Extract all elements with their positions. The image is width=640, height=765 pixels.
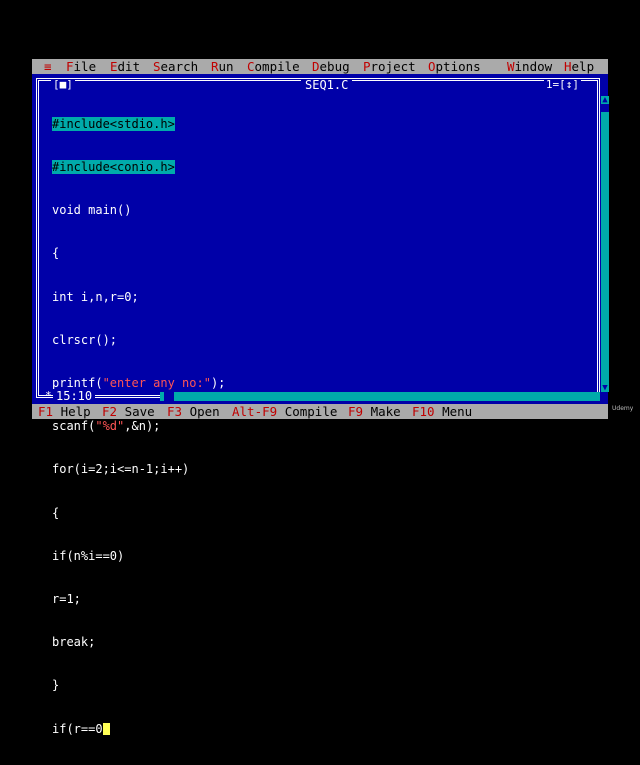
cursor-position: 15:10 [53,389,96,403]
text-cursor [102,722,110,735]
code-line: int i,n,r=0; [52,289,139,304]
horizontal-scrollbar[interactable] [160,392,600,401]
code-line: r=1; [52,592,81,607]
menu-options[interactable]: Options [428,59,481,74]
scroll-down-arrow-icon[interactable]: ▼ [601,384,609,393]
code-line: if(r==0 [52,722,225,736]
status-open[interactable]: F3 Open [167,404,220,419]
string-literal: "%d" [95,419,125,434]
status-compile[interactable]: Alt-F9 Compile [232,404,337,419]
code-line: #include<conio.h> [52,160,175,175]
menu-window[interactable]: Window [507,59,552,74]
status-make[interactable]: F9 Make [348,404,401,419]
scroll-up-arrow-icon[interactable]: ▲ [601,96,609,105]
udemy-logo: Udemy [612,405,634,412]
menu-compile[interactable]: Compile [247,59,300,74]
vertical-scroll-thumb[interactable] [601,104,609,112]
menu-run[interactable]: Run [211,59,234,74]
code-line: { [52,246,60,261]
status-save[interactable]: F2 Save [102,404,155,419]
code-line: scanf("%d",&n); [52,419,161,434]
menu-search[interactable]: Search [153,59,198,74]
horizontal-scroll-thumb[interactable] [164,392,174,401]
code-line: clrscr(); [52,332,118,347]
code-line: #include<stdio.h> [52,116,175,131]
code-line: if(n%i==0) [52,548,125,563]
status-bar: F1 Help F2 Save F3 Open Alt-F9 Compile F… [32,404,608,419]
status-menu[interactable]: F10 Menu [412,404,472,419]
system-menu-icon[interactable]: ≡ [44,59,52,74]
status-help[interactable]: F1 Help [38,404,91,419]
menu-edit[interactable]: Edit [110,59,140,74]
current-line-text: if(r==0 [52,721,103,736]
vertical-scrollbar[interactable]: ▲ ▼ [601,96,609,393]
menu-help[interactable]: Help [564,59,594,74]
code-line: { [52,505,60,520]
menu-project[interactable]: Project [363,59,416,74]
string-literal: "enter any no:" [102,376,211,391]
code-line: for(i=2;i<=n-1;i++) [52,462,190,477]
menu-file[interactable]: File [66,59,96,74]
modified-indicator: * [45,389,52,402]
editor-window: [■] SEQ1.C 1=[↕] #include<stdio.h> #incl… [32,74,609,736]
window-number[interactable]: 1=[↕] [543,79,581,91]
menu-debug[interactable]: Debug [312,59,350,74]
code-line: void main() [52,203,132,218]
code-line: } [52,678,60,693]
window-title: SEQ1.C [301,79,353,91]
menu-bar: ≡ File Edit Search Run Compile Debug Pro… [32,59,608,74]
code-line: break; [52,635,96,650]
code-editor[interactable]: #include<stdio.h> #include<conio.h> void… [52,88,225,765]
